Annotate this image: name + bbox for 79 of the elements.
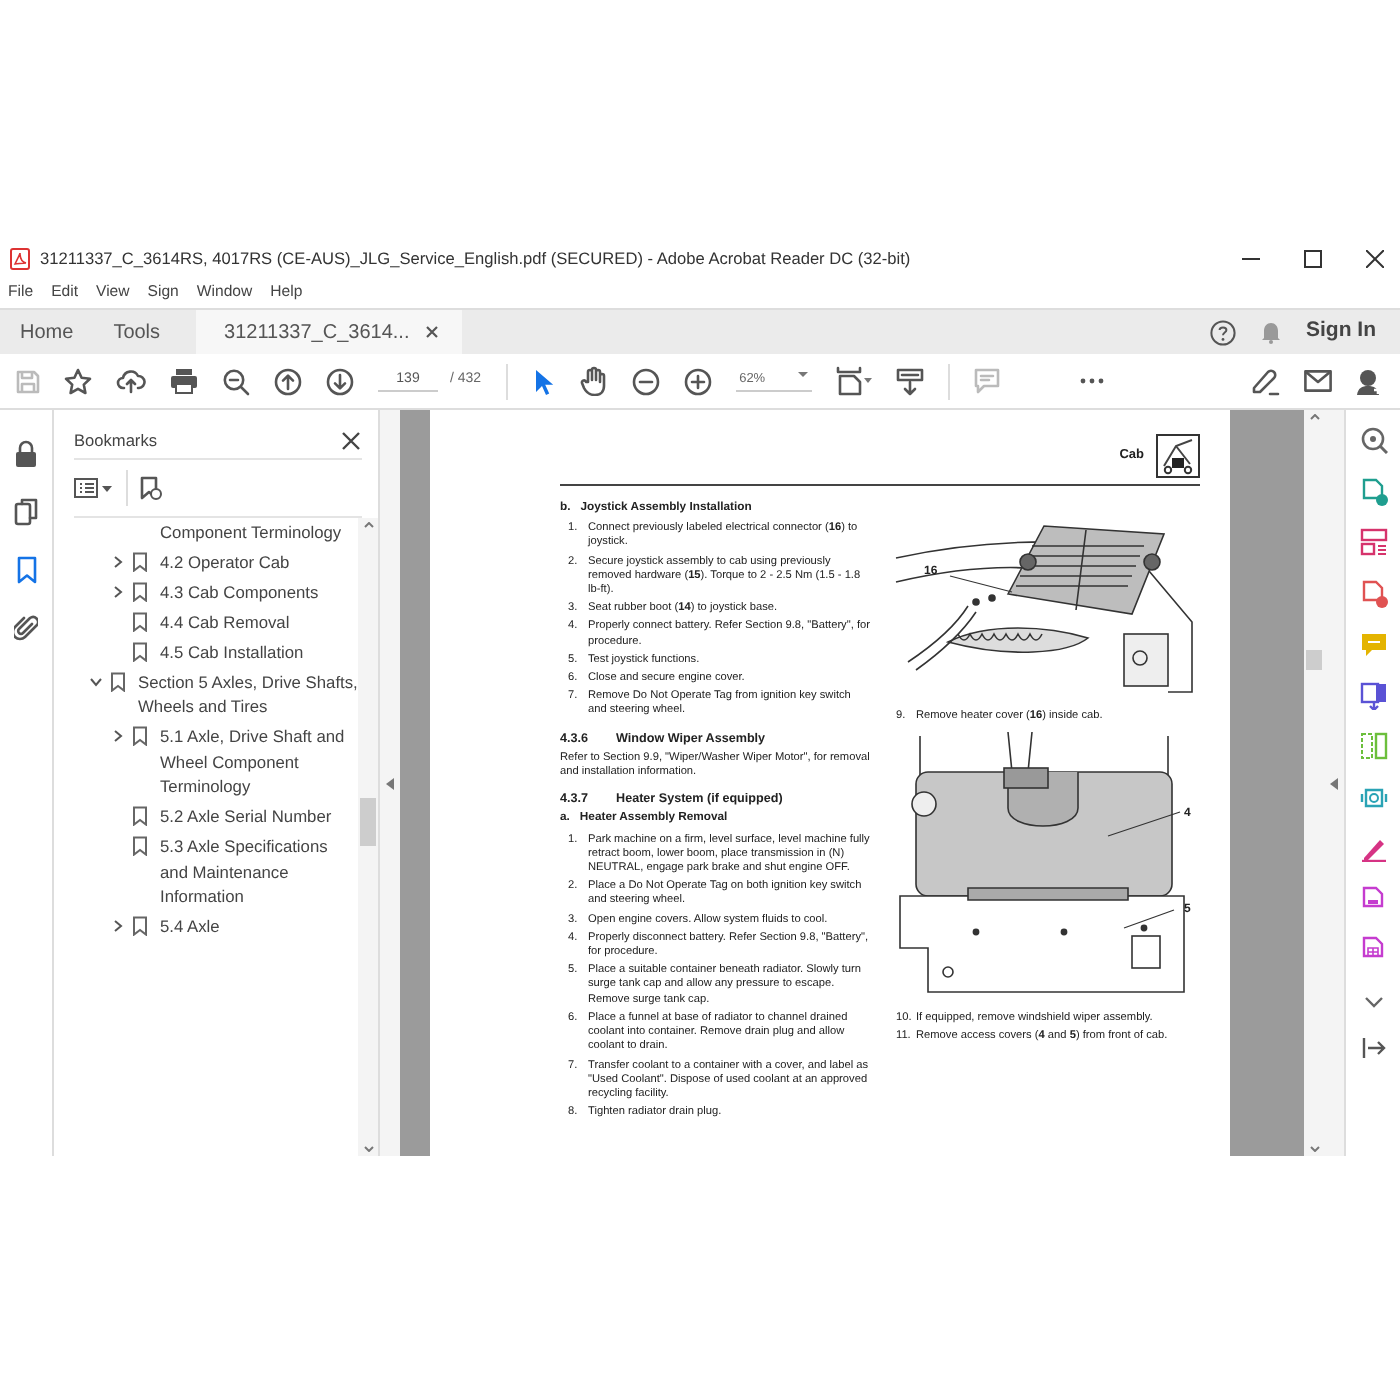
help-icon[interactable] xyxy=(1210,319,1236,345)
tab[interactable]: 31211337_C_3614... xyxy=(196,310,462,354)
caret-icon xyxy=(797,370,808,379)
cab-section-icon xyxy=(1156,434,1200,478)
chevron-right-icon[interactable] xyxy=(112,920,124,933)
star-icon[interactable] xyxy=(64,367,92,395)
bookmark-item[interactable]: 5.4 Axle xyxy=(54,914,358,939)
page-layout-icon[interactable] xyxy=(1359,528,1387,556)
bookmark-item[interactable]: Section 5 Axles, Drive Shafts, Wheels and Tires xyxy=(54,670,358,720)
panel-title: Bookmarks xyxy=(74,428,157,454)
pdf-file-icon xyxy=(10,247,30,269)
bookmark-item[interactable]: 4.4 Cab Removal xyxy=(54,610,358,635)
bookmark-item[interactable]: 4.3 Cab Components xyxy=(54,580,358,605)
bookmark-icon xyxy=(132,806,148,827)
bookmark-item[interactable]: 5.3 Axle Specifications and Maintenance Information xyxy=(54,834,358,909)
comment-icon xyxy=(973,368,1000,394)
close-icon[interactable] xyxy=(425,326,438,338)
close-icon[interactable] xyxy=(1366,249,1384,267)
scrollbar-thumb[interactable] xyxy=(360,798,376,846)
zoom-search-icon[interactable] xyxy=(1359,426,1387,454)
collapse-arrow-icon[interactable] xyxy=(1330,777,1338,789)
leader-line xyxy=(1123,909,1175,929)
window-title: 31211337_C_3614RS, 4017RS (CE-AUS)_JLG_Service_English.pdf (SECURED) - Adobe Acrobat Reader DC (32-bit) xyxy=(40,245,911,271)
bookmark-item[interactable]: 4.2 Operator Cab xyxy=(54,550,358,575)
leader-line xyxy=(949,575,1013,593)
pen-icon[interactable] xyxy=(1359,834,1387,862)
chevron-right-icon[interactable] xyxy=(112,586,124,598)
document-frame-icon[interactable] xyxy=(1359,783,1387,811)
bookmark-item[interactable]: Component Terminology xyxy=(54,520,358,545)
arrow-down-icon[interactable] xyxy=(326,367,354,395)
bookmark-item[interactable]: 4.5 Cab Installation xyxy=(54,640,358,665)
document-add-icon[interactable] xyxy=(1359,579,1387,607)
plus-circle-icon[interactable] xyxy=(683,367,712,395)
scrollbar[interactable] xyxy=(1304,410,1324,1156)
caret-down-icon[interactable] xyxy=(363,1146,373,1152)
mail-icon[interactable] xyxy=(1304,370,1332,392)
save-icon xyxy=(16,369,40,393)
arrow-up-icon[interactable] xyxy=(274,367,302,395)
chevron-down-icon[interactable] xyxy=(90,676,102,688)
scrollbar[interactable] xyxy=(358,518,378,1156)
lock-icon[interactable] xyxy=(14,440,38,468)
bookmark-icon xyxy=(132,836,148,857)
bookmark-item[interactable]: 5.1 Axle, Drive Shaft and Wheel Component Terminology xyxy=(54,724,358,800)
close-icon[interactable] xyxy=(342,432,360,450)
sign-in-link[interactable]: Sign In xyxy=(1306,316,1376,348)
paperclip-icon[interactable] xyxy=(14,614,38,642)
add-bookmark-icon[interactable] xyxy=(140,476,162,500)
bookmark-item[interactable]: 5.2 Axle Serial Number xyxy=(54,804,358,830)
zoom-out-icon[interactable] xyxy=(222,367,250,395)
fit-page-icon[interactable] xyxy=(835,366,872,396)
more-options-icon[interactable] xyxy=(1079,378,1104,384)
cloud-upload-icon[interactable] xyxy=(116,368,146,394)
maximize-icon[interactable] xyxy=(1304,249,1322,267)
scroll-mode-icon[interactable] xyxy=(895,367,924,395)
pointer-icon[interactable] xyxy=(531,367,556,395)
pen-sign-icon[interactable] xyxy=(1250,367,1280,395)
caret-down-icon[interactable] xyxy=(1309,1146,1319,1152)
chevron-right-icon[interactable] xyxy=(112,556,124,568)
scrollbar-thumb[interactable] xyxy=(1306,650,1322,670)
bookmark-icon xyxy=(132,916,148,937)
caret-up-icon[interactable] xyxy=(363,522,373,528)
bookmark-icon[interactable] xyxy=(15,556,37,584)
caret-up-icon[interactable] xyxy=(1309,414,1319,420)
document-export-icon[interactable] xyxy=(1359,477,1387,505)
minus-circle-icon[interactable] xyxy=(631,367,660,395)
expand-panel-icon[interactable] xyxy=(1361,1038,1385,1058)
bookmark-icon xyxy=(132,726,148,747)
print-icon[interactable] xyxy=(170,368,198,394)
leader-line xyxy=(1107,811,1181,837)
chevron-right-icon[interactable] xyxy=(112,730,124,743)
tab[interactable]: Home xyxy=(0,310,94,354)
add-user-icon[interactable] xyxy=(1356,367,1384,395)
hand-icon[interactable] xyxy=(579,366,608,396)
pages-icon[interactable] xyxy=(14,498,38,526)
document-send-icon[interactable] xyxy=(1359,681,1387,709)
options-list-icon[interactable] xyxy=(74,478,114,498)
collapse-arrow-icon[interactable] xyxy=(386,777,394,789)
tab[interactable]: Tools xyxy=(93,310,181,354)
form-document-icon[interactable] xyxy=(1359,885,1387,913)
